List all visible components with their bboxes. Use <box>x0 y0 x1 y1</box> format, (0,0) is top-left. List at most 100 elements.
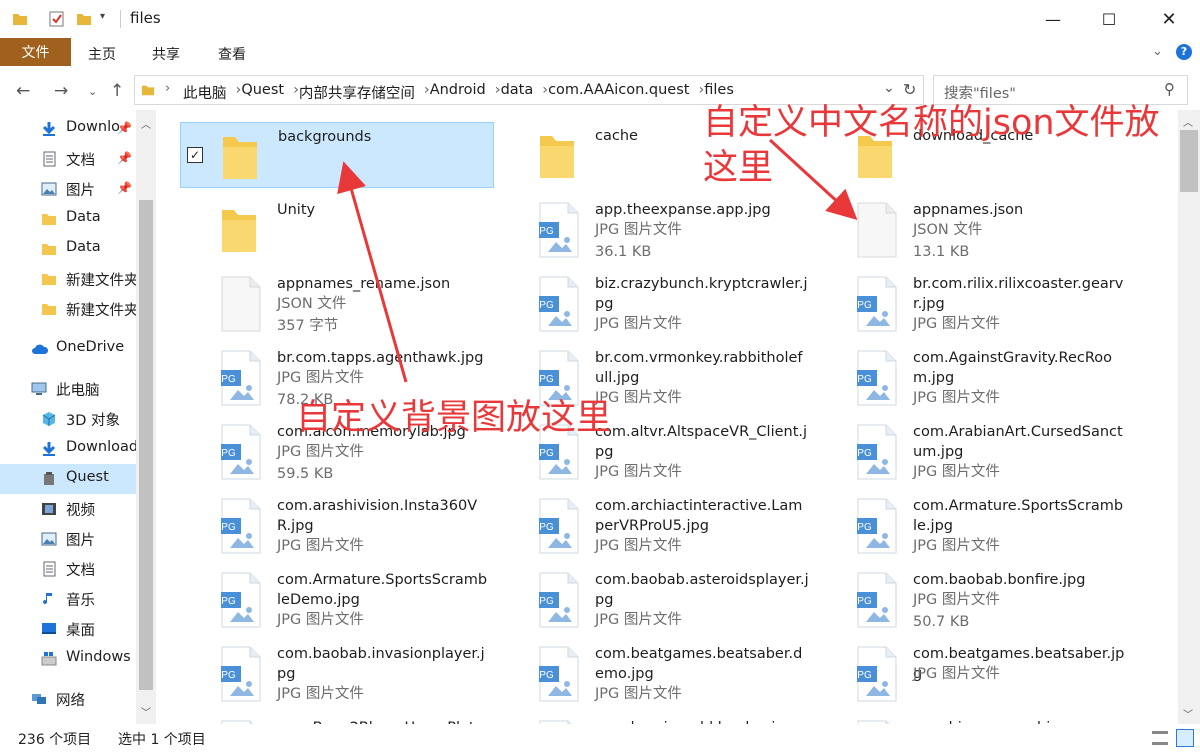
file-item[interactable]: backgrounds ✓ <box>180 122 494 188</box>
breadcrumb-item[interactable]: 此电脑 <box>183 82 227 103</box>
sidebar-item[interactable]: Windows <box>0 644 136 674</box>
properties-check-icon[interactable] <box>48 11 66 27</box>
breadcrumb-item[interactable]: Android <box>430 82 486 103</box>
file-item[interactable]: JPG com.Armature.SportsScrambleDemo.jpg JP… <box>180 566 494 632</box>
file-item[interactable]: appnames.json JSON 文件 13.1 KB <box>816 196 1130 262</box>
file-item[interactable]: JPG com.archiactinteractive.LamperVRProU5… <box>498 492 812 558</box>
tab-view[interactable]: 查看 <box>218 44 246 64</box>
help-icon[interactable]: ? <box>1176 44 1192 60</box>
sidebar-item[interactable]: Data <box>0 234 136 264</box>
maximize-button[interactable]: ☐ <box>1086 0 1132 38</box>
tab-home[interactable]: 主页 <box>88 44 116 64</box>
sidebar-item[interactable]: OneDrive <box>0 334 136 364</box>
breadcrumb-item[interactable]: com.AAAicon.quest <box>548 82 689 103</box>
sidebar-item[interactable]: 3D 对象 <box>0 404 136 434</box>
file-item[interactable]: JPGcom.beatgames.beatsaber.jpgJPG 图片文件 <box>816 640 1130 706</box>
file-item[interactable]: JPG com.baobab.bonfire.jpg JPG 图片文件 50.7 KB <box>816 566 1130 632</box>
recent-locations-icon[interactable]: ⌄ <box>88 85 97 98</box>
file-type: JPG 图片文件 <box>913 316 1000 332</box>
desktop-icon <box>42 623 56 634</box>
pin-icon: 📌 <box>117 181 132 195</box>
jpg-file-icon: JPG <box>857 498 897 554</box>
sidebar-item[interactable]: 视频 <box>0 494 136 524</box>
content-scrollbar[interactable]: ︿ ﹀ <box>1178 110 1200 724</box>
sidebar-item-label: Downlo <box>66 119 120 135</box>
customize-toolbar-icon[interactable]: ▾ <box>100 11 105 27</box>
breadcrumb-item[interactable]: Quest <box>241 82 284 103</box>
tab-file[interactable]: 文件 <box>0 38 71 66</box>
details-view-icon[interactable] <box>1152 731 1168 745</box>
sidebar-item[interactable]: 此电脑 <box>0 374 136 404</box>
tab-share[interactable]: 共享 <box>152 44 180 64</box>
file-type: JPG 图片文件 <box>277 612 364 628</box>
file-item[interactable]: JPG app.theexpanse.app.jpg JPG 图片文件 36.1 KB <box>498 196 812 262</box>
file-item[interactable]: JPGcom.bigscreenvr.bigscreen <box>816 714 1130 724</box>
large-icons-view-icon[interactable] <box>1176 729 1194 747</box>
sidebar-item[interactable]: 图片 📌 <box>0 174 136 204</box>
new-folder-icon[interactable] <box>76 11 92 27</box>
sidebar-item-label: 视频 <box>66 503 95 519</box>
forward-button[interactable]: → <box>54 81 68 101</box>
address-dropdown-icon[interactable]: ⌄ <box>883 80 895 96</box>
breadcrumb-item[interactable]: data <box>501 82 534 103</box>
file-item[interactable]: JPG br.com.rilix.rilixcoaster.gearvr.jpg J… <box>816 270 1130 336</box>
file-item[interactable]: JPG com.ArabianArt.CursedSanctum.jpg JPG 图… <box>816 418 1130 484</box>
file-item[interactable]: JPGcom.bernieroehl.bunker.jpg <box>498 714 812 724</box>
scroll-down-icon[interactable]: ﹀ <box>1183 706 1193 721</box>
scroll-up-icon[interactable]: ︿ <box>1183 114 1193 129</box>
sidebar-item[interactable]: 新建文件夹 <box>0 264 136 294</box>
picture-icon <box>41 182 57 196</box>
breadcrumb-item[interactable]: files <box>704 82 734 103</box>
file-item[interactable]: JPGcom.Beep2Bleep.HomePlate <box>180 714 494 724</box>
sidebar-scrollbar[interactable]: ︿ ﹀ <box>136 110 156 724</box>
jpg-file-icon: JPG <box>221 646 261 702</box>
sidebar-item-label: 网络 <box>56 693 85 709</box>
close-button[interactable]: ✕ <box>1146 0 1192 38</box>
scrollbar-thumb[interactable] <box>1180 130 1198 192</box>
back-button[interactable]: ← <box>16 81 30 101</box>
sidebar-item[interactable]: 文档 <box>0 554 136 584</box>
scroll-up-icon[interactable]: ︿ <box>141 116 151 131</box>
search-icon: ⚲ <box>1164 80 1175 98</box>
sidebar-item[interactable]: 图片 <box>0 524 136 554</box>
file-item[interactable]: JPG biz.crazybunch.kryptcrawler.jpg JPG 图片… <box>498 270 812 336</box>
expand-ribbon-icon[interactable]: ⌄ <box>1152 44 1163 59</box>
sidebar-item-label: Windows <box>66 649 131 665</box>
file-type: JPG 图片文件 <box>913 464 1000 480</box>
sidebar-item[interactable]: Downlo 📌 <box>0 114 136 144</box>
scroll-down-icon[interactable]: ﹀ <box>141 704 151 719</box>
pin-icon: 📌 <box>117 121 132 135</box>
file-item[interactable]: JPG com.AgainstGravity.RecRoom.jpg JPG 图片文… <box>816 344 1130 410</box>
sidebar-item-label: 文档 <box>66 153 95 169</box>
sidebar-item[interactable]: Data <box>0 204 136 234</box>
up-button[interactable]: ↑ <box>110 81 124 101</box>
json-file-icon <box>221 276 261 332</box>
title-bar: ▾ files — ☐ ✕ <box>0 0 1200 38</box>
file-name: Unity <box>277 202 316 218</box>
sidebar-item[interactable]: 桌面 <box>0 614 136 644</box>
refresh-icon[interactable]: ↻ <box>903 80 916 99</box>
file-item[interactable]: JPG com.baobab.invasionplayer.jpg JPG 图片文件 <box>180 640 494 706</box>
file-item[interactable]: JPG com.arashivision.Insta360VR.jpg JPG 图片… <box>180 492 494 558</box>
file-item[interactable]: JPG com.Armature.SportsScramble.jpg JPG 图片… <box>816 492 1130 558</box>
jpg-file-icon: JPG <box>857 572 897 628</box>
annotation-json-line1: 自定义中文名称的json文件放 <box>703 103 1160 143</box>
breadcrumb-item[interactable]: 内部共享存储空间 <box>299 82 415 103</box>
selection-checkbox[interactable]: ✓ <box>187 147 203 163</box>
sidebar-item[interactable]: 文档 📌 <box>0 144 136 174</box>
sidebar-item[interactable]: 新建文件夹 <box>0 294 136 324</box>
file-item[interactable]: appnames_rename.json JSON 文件 357 字节 <box>180 270 494 336</box>
file-item[interactable]: Unity <box>180 196 494 262</box>
sidebar-item[interactable]: Downloads <box>0 434 136 464</box>
scrollbar-thumb[interactable] <box>139 200 153 690</box>
svg-text:JPG: JPG <box>539 374 554 385</box>
svg-text:JPG: JPG <box>221 670 236 681</box>
sidebar-item[interactable]: 音乐 <box>0 584 136 614</box>
sidebar-item[interactable]: Quest <box>0 464 136 494</box>
minimize-button[interactable]: — <box>1030 0 1076 38</box>
folder-icon <box>540 136 574 178</box>
file-item[interactable]: JPG com.baobab.asteroidsplayer.jpg JPG 图片文… <box>498 566 812 632</box>
file-item[interactable]: JPG com.beatgames.beatsaber.demo.jpg JPG 图… <box>498 640 812 706</box>
file-name: com.altvr.AltspaceVR_Client.jpg <box>595 424 808 460</box>
sidebar-item[interactable]: 网络 <box>0 684 136 714</box>
